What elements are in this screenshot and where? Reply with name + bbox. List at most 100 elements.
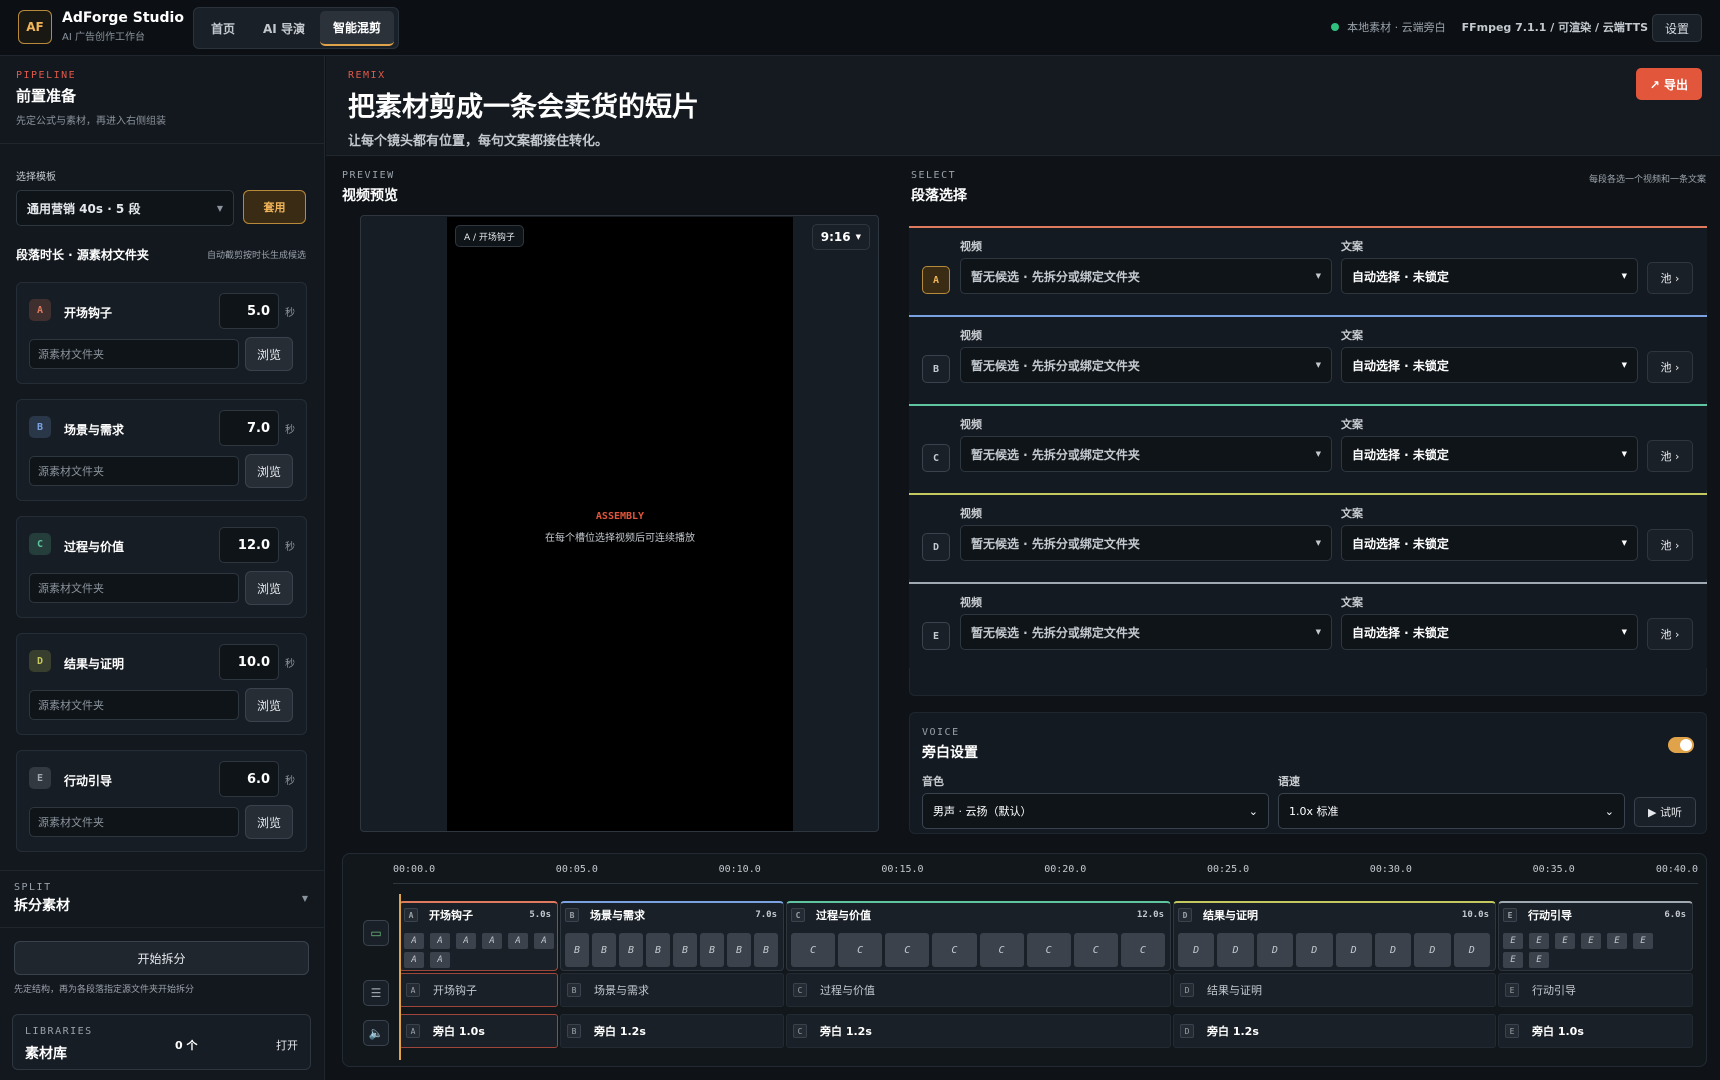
- split-header[interactable]: SPLIT 拆分素材: [14, 882, 70, 915]
- caption-clip[interactable]: D 结果与证明: [1173, 973, 1496, 1007]
- video-clip[interactable]: D 结果与证明 10.0s D D D D D D D D: [1173, 901, 1496, 971]
- preview-kicker: PREVIEW: [342, 170, 395, 181]
- voice-clip[interactable]: C 旁白 1.2s: [786, 1014, 1171, 1048]
- clip-id: C: [791, 908, 805, 922]
- slot-video-select[interactable]: 暂无候选 · 先拆分或绑定文件夹 ▼: [960, 258, 1332, 294]
- voice-clip[interactable]: A 旁白 1.0s: [399, 1014, 558, 1048]
- nav-tabs: 首页 AI 导演 智能混剪: [193, 7, 399, 49]
- voice-text: 旁白 1.0s: [433, 1025, 485, 1038]
- caption-clip[interactable]: C 过程与价值: [786, 973, 1171, 1007]
- tab-home[interactable]: 首页: [198, 12, 248, 45]
- slot-copy-select[interactable]: 自动选择 · 未锁定 ▼: [1341, 347, 1638, 383]
- slot-pool-button[interactable]: 池 ›: [1647, 351, 1693, 383]
- export-button[interactable]: ↗ 导出: [1635, 68, 1702, 100]
- clip-duration: 12.0s: [1136, 910, 1164, 920]
- browse-button[interactable]: 浏览: [245, 454, 293, 488]
- chevron-down-icon: ▼: [1621, 361, 1627, 369]
- settings-button[interactable]: 设置: [1651, 14, 1702, 42]
- chevron-down-icon: ▼: [1315, 361, 1321, 369]
- time-tick: 00:20.0: [1044, 864, 1087, 875]
- slot-copy-select[interactable]: 自动选择 · 未锁定 ▼: [1341, 525, 1638, 561]
- clip-frame: E: [1581, 933, 1601, 949]
- slot-video-select[interactable]: 暂无候选 · 先拆分或绑定文件夹 ▼: [960, 614, 1332, 650]
- caption-text: 行动引导: [1532, 984, 1576, 997]
- clip-frame: B: [673, 933, 697, 967]
- voice-clip[interactable]: B 旁白 1.2s: [560, 1014, 784, 1048]
- time-ruler[interactable]: 00:00.0 00:05.0 00:10.0 00:15.0 00:20.0 00:25…: [393, 864, 1698, 884]
- slot-copy-select[interactable]: 自动选择 · 未锁定 ▼: [1341, 258, 1638, 294]
- audio-track-icon: 🔈: [363, 1020, 389, 1046]
- ratio-select[interactable]: 9:16 ▼: [811, 224, 870, 250]
- slot-pool-button[interactable]: 池 ›: [1647, 529, 1693, 561]
- segment-duration-input[interactable]: 7.0: [219, 410, 279, 446]
- slot-row: 视频 文案 C 暂无候选 · 先拆分或绑定文件夹 ▼ 自动选择 · 未锁定 ▼ 池 …: [909, 404, 1707, 490]
- slot-pool-button[interactable]: 池 ›: [1647, 618, 1693, 650]
- slot-pool-button[interactable]: 池 ›: [1647, 440, 1693, 472]
- speed-select[interactable]: 1.0x 标准 ⌄: [1278, 793, 1625, 829]
- slot-video-select[interactable]: 暂无候选 · 先拆分或绑定文件夹 ▼: [960, 436, 1332, 472]
- slot-copy-select[interactable]: 自动选择 · 未锁定 ▼: [1341, 614, 1638, 650]
- libraries-open-button[interactable]: 打开: [276, 1037, 298, 1053]
- slot-video-select[interactable]: 暂无候选 · 先拆分或绑定文件夹 ▼: [960, 525, 1332, 561]
- clip-frame: D: [1178, 933, 1215, 967]
- apply-template-button[interactable]: 套用: [243, 190, 306, 224]
- slot-row: 视频 文案 B 暂无候选 · 先拆分或绑定文件夹 ▼ 自动选择 · 未锁定 ▼ 池 …: [909, 315, 1707, 401]
- slot-row: 视频 文案 D 暂无候选 · 先拆分或绑定文件夹 ▼ 自动选择 · 未锁定 ▼ 池 …: [909, 493, 1707, 579]
- voice-toggle[interactable]: [1668, 737, 1694, 753]
- caption-clip[interactable]: A 开场钩子: [399, 973, 558, 1007]
- slot-pool-button[interactable]: 池 ›: [1647, 262, 1693, 294]
- caption-clip[interactable]: E 行动引导: [1498, 973, 1693, 1007]
- tab-smart-remix[interactable]: 智能混剪: [319, 10, 394, 46]
- try-listen-button[interactable]: ▶ 试听: [1634, 797, 1696, 827]
- clip-id: E: [1503, 908, 1517, 922]
- segment-badge: A: [29, 299, 51, 321]
- tab-ai-director[interactable]: AI 导演: [250, 12, 318, 45]
- segment-duration-input[interactable]: 6.0: [219, 761, 279, 797]
- chevron-down-icon: ▼: [1621, 628, 1627, 636]
- timbre-select[interactable]: 男声 · 云扬（默认） ⌄: [922, 793, 1269, 829]
- source-folder-input[interactable]: 源素材文件夹: [29, 690, 239, 720]
- slot-badge: B: [922, 355, 950, 383]
- clip-frame: A: [404, 933, 424, 949]
- source-folder-input[interactable]: 源素材文件夹: [29, 573, 239, 603]
- pipeline-desc: 先定公式与素材，再进入右侧组装: [16, 116, 166, 127]
- segment-duration-input[interactable]: 10.0: [219, 644, 279, 680]
- clip-frame: B: [592, 933, 616, 967]
- slot-copy-select[interactable]: 自动选择 · 未锁定 ▼: [1341, 436, 1638, 472]
- caption-clip[interactable]: B 场景与需求: [560, 973, 784, 1007]
- segment-duration-input[interactable]: 5.0: [219, 293, 279, 329]
- video-clip[interactable]: A 开场钩子 5.0s A A A A A A A A: [399, 901, 558, 971]
- split-chevron-icon[interactable]: ▼: [302, 894, 308, 903]
- voice-clip[interactable]: E 旁白 1.0s: [1498, 1014, 1693, 1048]
- pipeline-title: 前置准备: [16, 87, 77, 105]
- app-subtitle: AI 广告创作工作台: [62, 32, 145, 43]
- segment-name: 行动引导: [64, 774, 113, 788]
- start-split-button[interactable]: 开始拆分: [14, 941, 309, 975]
- source-folder-input[interactable]: 源素材文件夹: [29, 456, 239, 486]
- slot-tag: A / 开场钩子: [455, 225, 524, 247]
- video-clip[interactable]: C 过程与价值 12.0s C C C C C C C C: [786, 901, 1171, 971]
- browse-button[interactable]: 浏览: [245, 688, 293, 722]
- clip-frame: B: [754, 933, 778, 967]
- video-clip[interactable]: E 行动引导 6.0s E E E E E E E E: [1498, 901, 1693, 971]
- voice-clip[interactable]: D 旁白 1.2s: [1173, 1014, 1496, 1048]
- video-canvas[interactable]: A / 开场钩子 ASSEMBLY 在每个槽位选择视频后可连续播放: [447, 217, 793, 831]
- browse-button[interactable]: 浏览: [245, 805, 293, 839]
- segments-title: 段落时长 · 源素材文件夹: [16, 248, 149, 262]
- playhead[interactable]: [399, 894, 401, 1060]
- segment-card: E 行动引导 6.0 秒 源素材文件夹 浏览: [16, 750, 307, 852]
- libraries-card[interactable]: LIBRARIES 素材库 0 个 打开: [12, 1014, 311, 1070]
- slot-video-value: 暂无候选 · 先拆分或绑定文件夹: [971, 447, 1140, 462]
- browse-button[interactable]: 浏览: [245, 337, 293, 371]
- slot-video-select[interactable]: 暂无候选 · 先拆分或绑定文件夹 ▼: [960, 347, 1332, 383]
- clip-id: B: [567, 1024, 581, 1038]
- clip-frame: D: [1453, 933, 1490, 967]
- video-clip[interactable]: B 场景与需求 7.0s B B B B B B B B: [560, 901, 784, 971]
- voice-title: 旁白设置: [922, 745, 978, 761]
- browse-button[interactable]: 浏览: [245, 571, 293, 605]
- template-select[interactable]: 通用营销 40s · 5 段 ▼: [16, 190, 234, 226]
- segment-duration-input[interactable]: 12.0: [219, 527, 279, 563]
- speed-label: 语速: [1278, 775, 1300, 788]
- source-folder-input[interactable]: 源素材文件夹: [29, 807, 239, 837]
- source-folder-input[interactable]: 源素材文件夹: [29, 339, 239, 369]
